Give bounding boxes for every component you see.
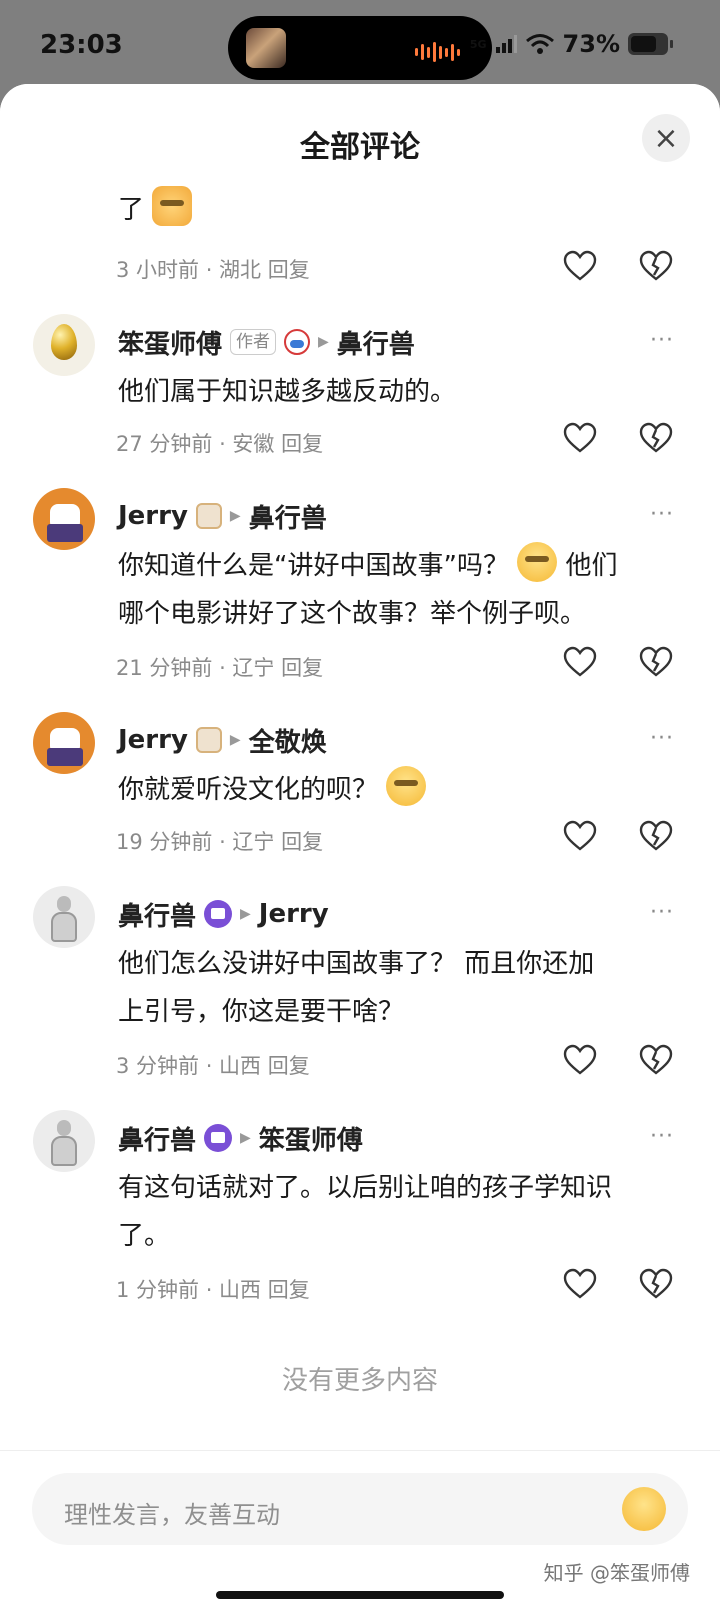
comment-header: 笨蛋师傅 作者 ▶ 鼻行兽: [118, 322, 415, 362]
like-button[interactable]: [562, 1042, 598, 1078]
close-button[interactable]: ×: [642, 114, 690, 162]
more-options-icon[interactable]: ···: [650, 726, 674, 751]
comment-text: 有这句话就对了。以后别让咱的孩子学知识 了。: [118, 1173, 613, 1251]
watermark: 知乎 @笨蛋师傅: [543, 1561, 690, 1585]
dislike-button[interactable]: [638, 420, 674, 456]
reply-to-username[interactable]: 笨蛋师傅: [259, 1120, 363, 1157]
like-button[interactable]: [562, 818, 598, 854]
broken-heart-icon: [639, 1268, 673, 1299]
like-button[interactable]: [562, 1266, 598, 1302]
broken-heart-icon: [639, 422, 673, 453]
heart-icon: [563, 820, 597, 851]
comment-header: Jerry ▶ 鼻行兽: [118, 496, 327, 536]
no-more-content: 没有更多内容: [281, 1366, 438, 1396]
comment-meta[interactable]: 3 分钟前 · 山西 回复: [116, 1050, 310, 1080]
user-badge-icon: [204, 900, 233, 928]
username[interactable]: 笨蛋师傅: [118, 324, 222, 361]
comment-text: 你知道什么是“讲好中国故事”吗？ 他们 哪个电影讲好了这个故事？举个例子呗。: [118, 542, 678, 638]
more-options-icon[interactable]: ···: [650, 1124, 674, 1149]
avatar[interactable]: [33, 314, 95, 376]
cat-emoji-icon: [152, 186, 193, 226]
comment-text: 了: [118, 186, 678, 234]
username[interactable]: Jerry: [118, 501, 188, 531]
close-icon: ×: [653, 120, 679, 156]
comment-meta[interactable]: 19 分钟前 · 辽宁 回复: [116, 826, 323, 856]
status-time: 23:03: [40, 30, 123, 60]
audio-wave-icon: [415, 42, 460, 62]
dislike-button[interactable]: [638, 644, 674, 680]
comment-header: 鼻行兽 ▶ Jerry: [118, 894, 329, 934]
dislike-button[interactable]: [638, 248, 674, 284]
avatar[interactable]: [33, 886, 95, 948]
comment-text: 他们怎么没讲好中国故事了？ 而且你还加 上引号，你这是要干啥？: [118, 949, 595, 1027]
avatar[interactable]: [33, 1110, 95, 1172]
emoji-icon: [517, 542, 558, 582]
broken-heart-icon: [639, 1044, 673, 1075]
more-options-icon[interactable]: ···: [650, 328, 674, 353]
battery-icon: [628, 33, 673, 55]
dynamic-island[interactable]: [228, 16, 492, 80]
sheet-title: 全部评论: [300, 130, 420, 165]
emoji-icon: [386, 766, 427, 806]
heart-icon: [563, 646, 597, 677]
now-playing-artwork: [246, 28, 286, 68]
wifi-icon: [525, 34, 554, 54]
dislike-button[interactable]: [638, 818, 674, 854]
status-bar: 23:03 5G 73%: [0, 0, 720, 92]
battery-level: [631, 36, 656, 52]
comment-header: Jerry ▶ 全敬焕: [118, 720, 327, 760]
comment-input-bar: 理性发言，友善互动 知乎 @笨蛋师傅: [0, 1450, 720, 1600]
comment-meta[interactable]: 21 分钟前 · 辽宁 回复: [116, 652, 323, 682]
emoji-icon[interactable]: [622, 1487, 666, 1531]
comment-meta[interactable]: 1 分钟前 · 山西 回复: [116, 1274, 310, 1304]
like-button[interactable]: [562, 420, 598, 456]
user-badge-icon: [195, 727, 222, 753]
broken-heart-icon: [639, 820, 673, 851]
network-label: 5G: [469, 37, 487, 51]
username[interactable]: 鼻行兽: [118, 896, 196, 933]
comment-meta[interactable]: 27 分钟前 · 安徽 回复: [116, 428, 323, 458]
reply-arrow-icon: ▶: [229, 508, 241, 524]
reply-to-username[interactable]: 全敬焕: [249, 722, 327, 759]
status-indicators: 5G 73%: [469, 30, 673, 58]
like-button[interactable]: [562, 644, 598, 680]
heart-icon: [563, 422, 597, 453]
avatar[interactable]: [33, 712, 95, 774]
avatar[interactable]: [33, 488, 95, 550]
heart-icon: [563, 1044, 597, 1075]
more-options-icon[interactable]: ···: [650, 900, 674, 925]
more-options-icon[interactable]: ···: [650, 502, 674, 527]
author-tag: 作者: [230, 329, 277, 355]
reply-arrow-icon: ▶: [318, 334, 329, 350]
heart-icon: [563, 1268, 597, 1299]
comment-header: 鼻行兽 ▶ 笨蛋师傅: [118, 1118, 363, 1158]
reply-arrow-icon: ▶: [229, 732, 241, 748]
signal-icon: [495, 35, 517, 53]
reply-to-username[interactable]: 鼻行兽: [337, 324, 415, 361]
reply-to-username[interactable]: 鼻行兽: [249, 498, 327, 535]
broken-heart-icon: [639, 646, 673, 677]
comment-text: 他们属于知识越多越反动的。: [118, 377, 457, 407]
comment-text: 你就爱听没文化的呗？: [118, 766, 678, 814]
reply-arrow-icon: ▶: [240, 1130, 251, 1146]
dislike-button[interactable]: [638, 1266, 674, 1302]
username[interactable]: 鼻行兽: [118, 1120, 196, 1157]
comment-input[interactable]: 理性发言，友善互动: [32, 1473, 688, 1545]
input-placeholder: 理性发言，友善互动: [64, 1501, 280, 1529]
comment-meta[interactable]: 3 小时前 · 湖北 回复: [116, 254, 310, 284]
dislike-button[interactable]: [638, 1042, 674, 1078]
battery-percent: 73%: [562, 30, 620, 58]
username[interactable]: Jerry: [118, 725, 188, 755]
like-button[interactable]: [562, 248, 598, 284]
reply-arrow-icon: ▶: [240, 906, 251, 922]
comments-sheet: 全部评论 × 了 3 小时前 · 湖北 回复 笨蛋师傅 作者 ▶ 鼻行兽 ···…: [0, 84, 720, 1600]
reply-to-username[interactable]: Jerry: [259, 899, 329, 929]
user-badge-icon: [195, 503, 222, 529]
home-indicator[interactable]: [216, 1591, 504, 1599]
heart-icon: [563, 250, 597, 281]
broken-heart-icon: [639, 250, 673, 281]
user-badge-icon: [204, 1124, 233, 1152]
user-badge-icon: [284, 329, 311, 355]
